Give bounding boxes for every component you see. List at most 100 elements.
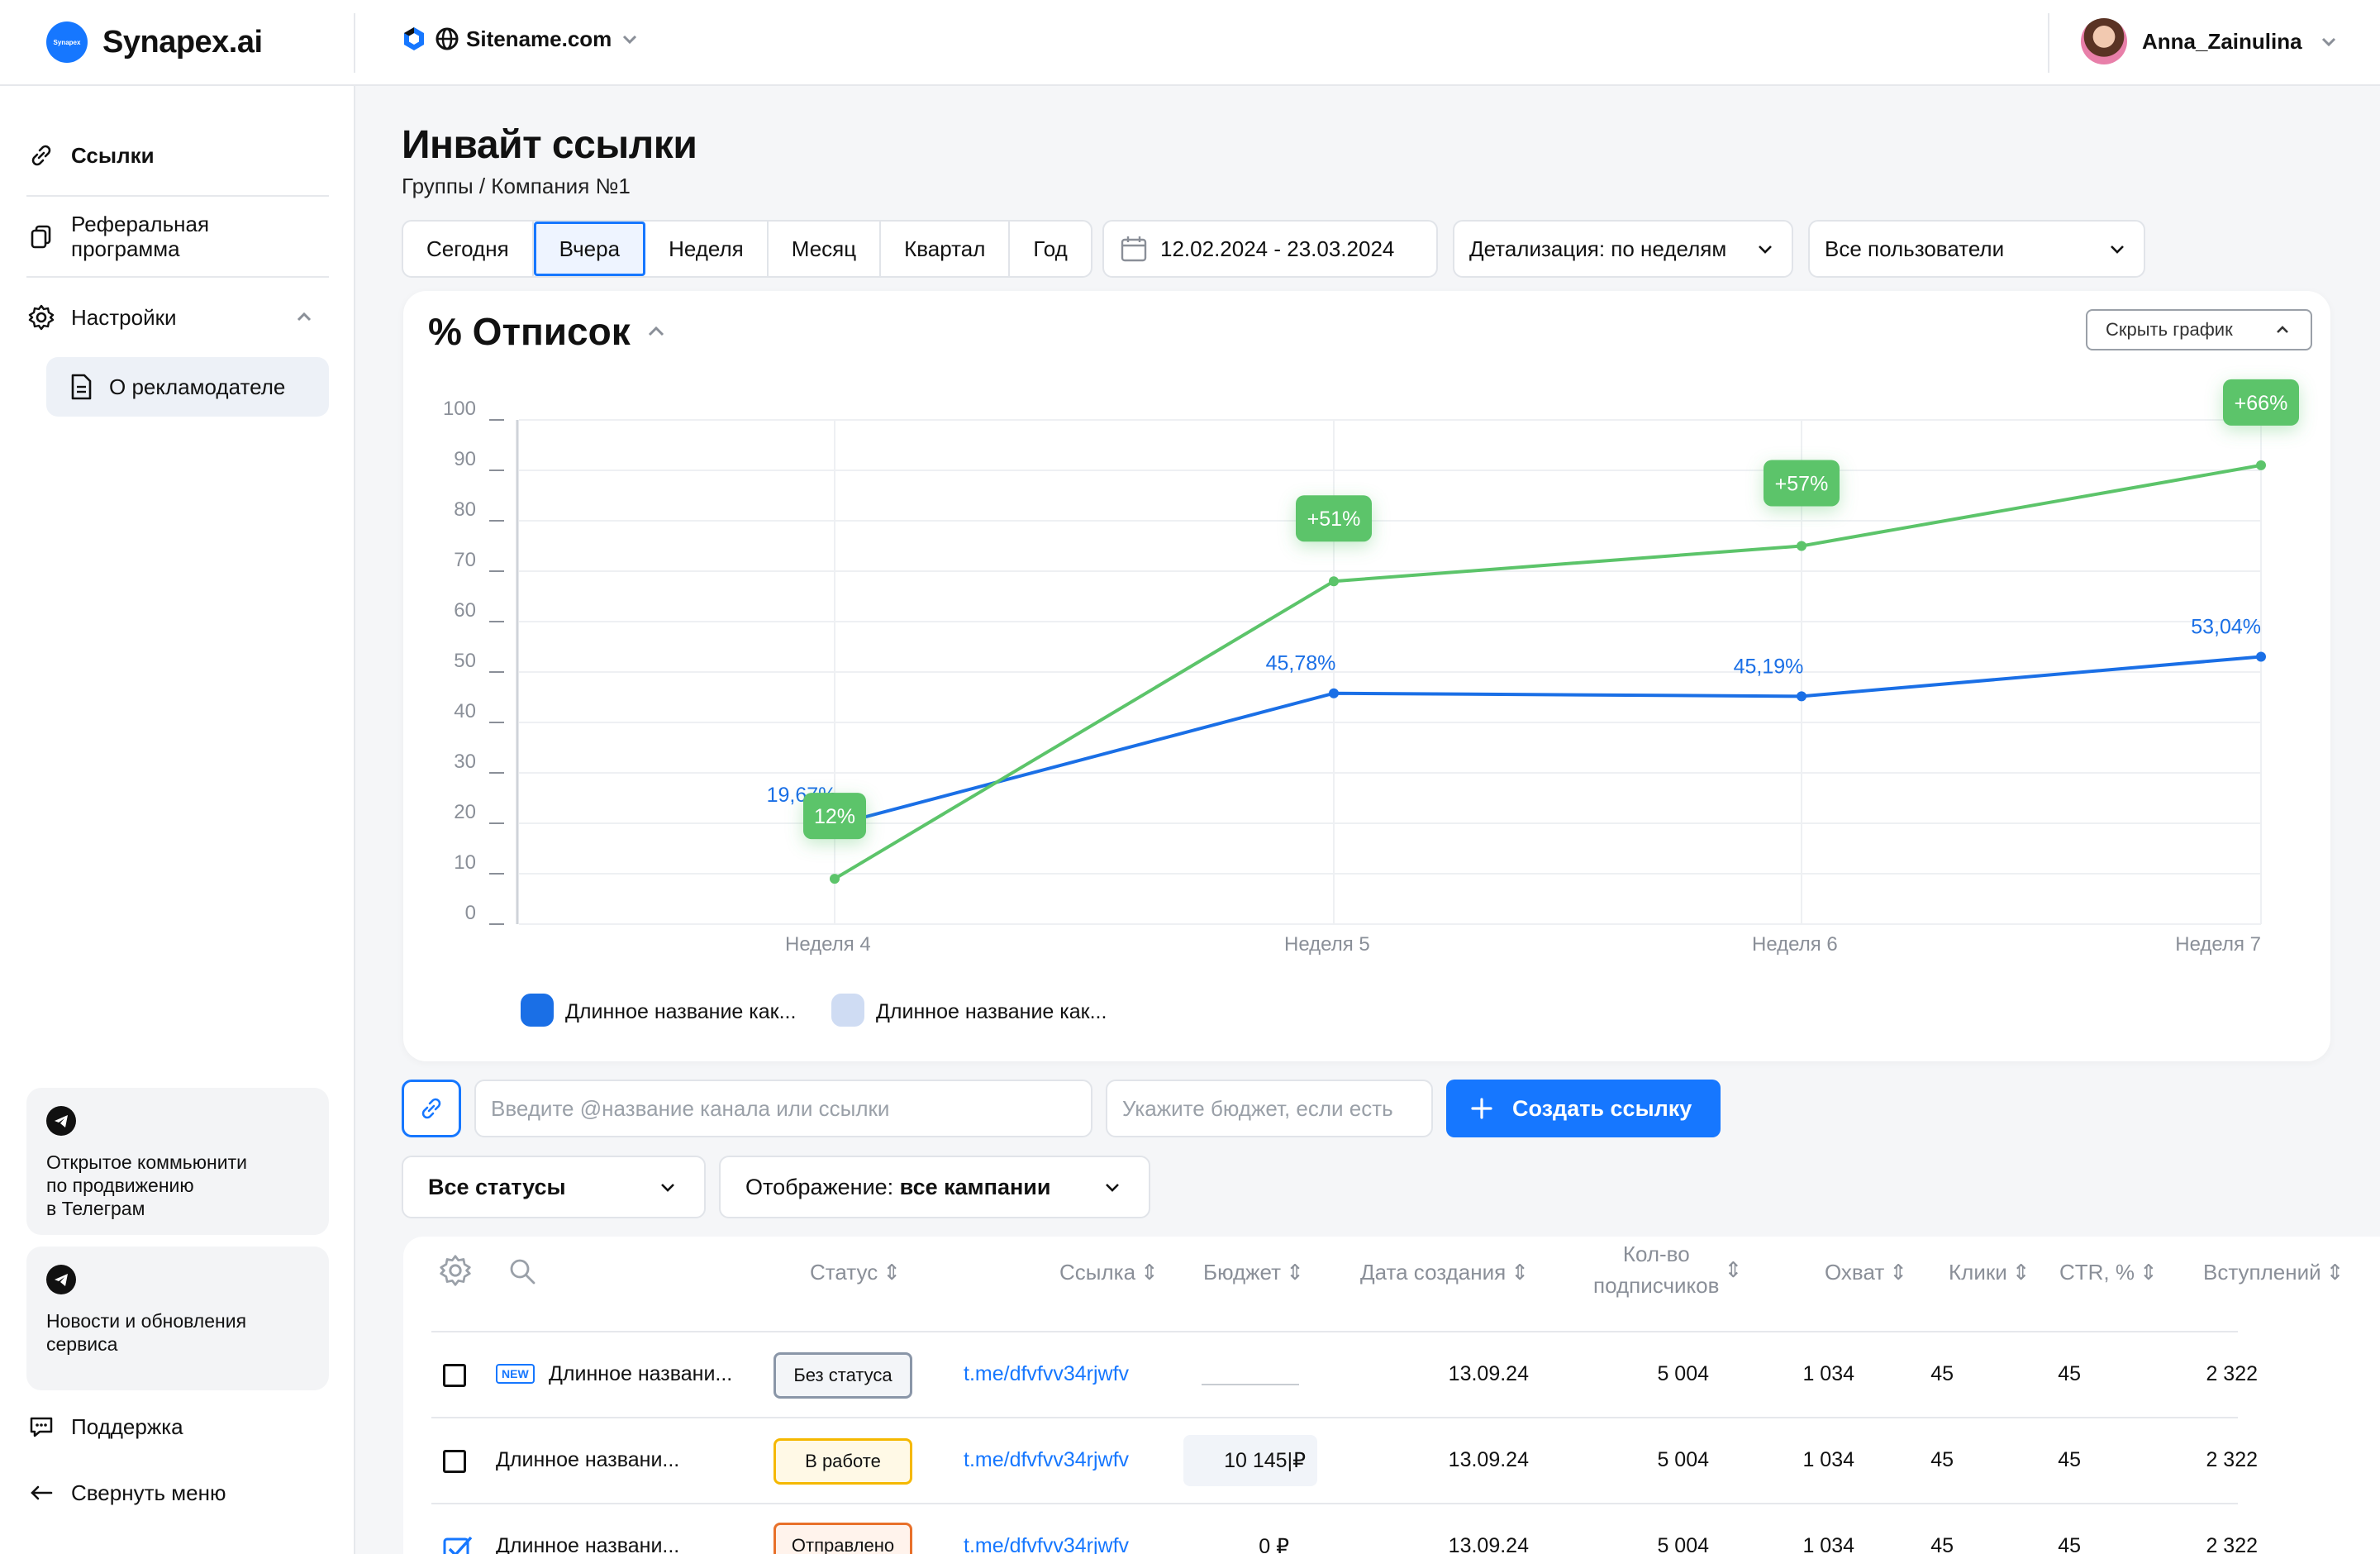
col-status[interactable]: Статус ⇕: [810, 1256, 901, 1288]
checkbox-checked-icon: [443, 1536, 473, 1554]
sidebar-item-referral[interactable]: Реферальная программа: [26, 212, 329, 261]
chat-icon: [26, 1412, 56, 1442]
sidebar: Ссылки Реферальная программа Настройки О…: [0, 86, 355, 1554]
row-link[interactable]: t.me/dfvfvv34rjwfv: [964, 1362, 1129, 1386]
detail-select[interactable]: Детализация: по неделям: [1453, 220, 1793, 278]
y-tick-label: 100: [443, 398, 476, 420]
news-text: Новости и обновления сервиса: [46, 1310, 247, 1355]
col-created[interactable]: Дата создания ⇕: [1360, 1256, 1529, 1288]
x-tick-label: Неделя 4: [785, 933, 871, 956]
col-label: Вступлений: [2203, 1260, 2321, 1285]
col-clicks[interactable]: Клики ⇕: [1949, 1256, 2030, 1288]
user-menu[interactable]: Anna_Zainulina: [2081, 18, 2340, 64]
data-label: 45,19%: [1734, 655, 1804, 678]
col-reach[interactable]: Охват ⇕: [1825, 1256, 1907, 1288]
legend-swatch: [521, 994, 554, 1027]
news-card[interactable]: Новости и обновления сервиса: [26, 1247, 329, 1390]
sidebar-item-settings[interactable]: Настройки: [26, 303, 329, 332]
link-mode-button[interactable]: [402, 1080, 461, 1137]
col-link[interactable]: Ссылка ⇕: [1059, 1256, 1159, 1288]
users-select[interactable]: Все пользователи: [1808, 220, 2145, 278]
breadcrumb[interactable]: Группы / Компания №1: [402, 174, 631, 199]
row-date: 13.09.24: [1448, 1362, 1529, 1385]
chart-card: % Отписок Скрыть график 0 10 20 30 40 50 60 70 8…: [403, 291, 2330, 1061]
create-link-label: Создать ссылку: [1512, 1095, 1692, 1121]
row-subscribers: 5 004: [1657, 1448, 1709, 1471]
collapse-menu-button[interactable]: Свернуть меню: [26, 1478, 329, 1508]
row-checkbox-checked[interactable]: [443, 1534, 473, 1554]
row-link[interactable]: t.me/dfvfvv34rjwfv: [964, 1448, 1129, 1472]
x-tick-label: Неделя 5: [1284, 933, 1370, 956]
row-reach: 1 034: [1802, 1362, 1854, 1385]
change-badge-label: +57%: [1775, 473, 1829, 496]
row-link[interactable]: t.me/dfvfvv34rjwfv: [964, 1534, 1129, 1554]
site-logo-icon: [404, 27, 424, 50]
y-tick-label: 40: [454, 700, 476, 722]
users-value: Все пользователи: [1825, 236, 2005, 261]
row-ctr: 45: [2058, 1448, 2081, 1471]
chevron-down-icon: [2111, 245, 2124, 254]
y-tick-label: 30: [454, 751, 476, 773]
site-selector[interactable]: Sitename.com: [400, 25, 641, 53]
brand-name: Synapex.ai: [102, 24, 263, 60]
telegram-icon: [46, 1265, 76, 1294]
divider: [26, 276, 329, 278]
create-link-button[interactable]: Создать ссылку: [1446, 1080, 1721, 1137]
divider: [26, 195, 329, 197]
row-checkbox[interactable]: [443, 1364, 466, 1387]
tab-today[interactable]: Сегодня: [403, 222, 534, 276]
chevron-down-icon: [661, 1184, 674, 1192]
status-badge[interactable]: Отправлено: [774, 1523, 912, 1554]
channel-input[interactable]: Введите @название канала или ссылки: [474, 1080, 1092, 1137]
detail-value: Детализация: по неделям: [1469, 236, 1727, 261]
data-label: 53,04%: [2191, 615, 2261, 638]
budget-input[interactable]: Укажите бюджет, если есть: [1106, 1080, 1433, 1137]
budget-input-cell[interactable]: 10 145|₽: [1183, 1435, 1317, 1486]
row-joins: 2 322: [2206, 1534, 2258, 1554]
row-checkbox[interactable]: [443, 1450, 466, 1473]
sort-icon: ⇕: [1889, 1260, 1908, 1285]
date-range-picker[interactable]: 12.02.2024 - 23.03.2024: [1102, 220, 1438, 278]
tab-quarter[interactable]: Квартал: [881, 222, 1011, 276]
line-chart: 0 10 20 30 40 50 60 70 80 90 100 Неделя 4 Неделя 5 Не…: [443, 379, 2299, 1027]
sidebar-item-advertiser[interactable]: О рекламодателе: [46, 357, 329, 417]
col-budget[interactable]: Бюджет ⇕: [1203, 1256, 1304, 1288]
row-budget[interactable]: 0 ₽: [1207, 1534, 1289, 1554]
col-subscribers[interactable]: Кол-во подписчиков ⇕: [1593, 1238, 1742, 1301]
logo[interactable]: Synapex Synapex.ai: [46, 21, 263, 63]
sidebar-item-links[interactable]: Ссылки: [26, 141, 329, 170]
channel-placeholder: Введите @название канала или ссылки: [491, 1095, 890, 1121]
gear-icon[interactable]: [438, 1253, 473, 1288]
data-point: [1797, 541, 1806, 551]
community-card[interactable]: Открытое коммьюнити по продвижению в Тел…: [26, 1088, 329, 1235]
row-ctr: 45: [2058, 1362, 2081, 1385]
data-label: 45,78%: [1266, 652, 1336, 675]
divider: [354, 13, 355, 73]
status-filter[interactable]: Все статусы: [402, 1156, 706, 1218]
data-point: [830, 874, 840, 884]
row-joins: 2 322: [2206, 1448, 2258, 1471]
tab-yesterday[interactable]: Вчера: [533, 222, 646, 276]
legend-label: Длинное название как...: [876, 1000, 1107, 1023]
row-name[interactable]: Длинное названи...: [496, 1448, 679, 1472]
status-badge[interactable]: В работе: [774, 1438, 912, 1485]
col-ctr[interactable]: CTR, % ⇕: [2059, 1256, 2158, 1288]
support-link[interactable]: Поддержка: [26, 1412, 329, 1442]
view-filter[interactable]: Отображение: все кампании: [719, 1156, 1150, 1218]
row-name[interactable]: Длинное названи...: [549, 1362, 732, 1386]
col-label: Бюджет: [1203, 1260, 1282, 1285]
new-badge: NEW: [496, 1364, 535, 1384]
tab-year[interactable]: Год: [1010, 222, 1090, 276]
data-point: [1329, 688, 1339, 698]
status-badge[interactable]: Без статуса: [774, 1352, 912, 1399]
data-point: [2256, 651, 2266, 662]
row-reach: 1 034: [1802, 1448, 1854, 1471]
tab-month[interactable]: Месяц: [769, 222, 882, 276]
search-icon[interactable]: [507, 1256, 537, 1286]
budget-empty-field[interactable]: [1202, 1384, 1299, 1385]
chevron-down-icon: [623, 35, 637, 45]
tab-week[interactable]: Неделя: [645, 222, 769, 276]
sidebar-sub-label: О рекламодателе: [109, 374, 286, 399]
row-name[interactable]: Длинное названи...: [496, 1534, 679, 1554]
col-joins[interactable]: Вступлений ⇕: [2203, 1256, 2344, 1288]
